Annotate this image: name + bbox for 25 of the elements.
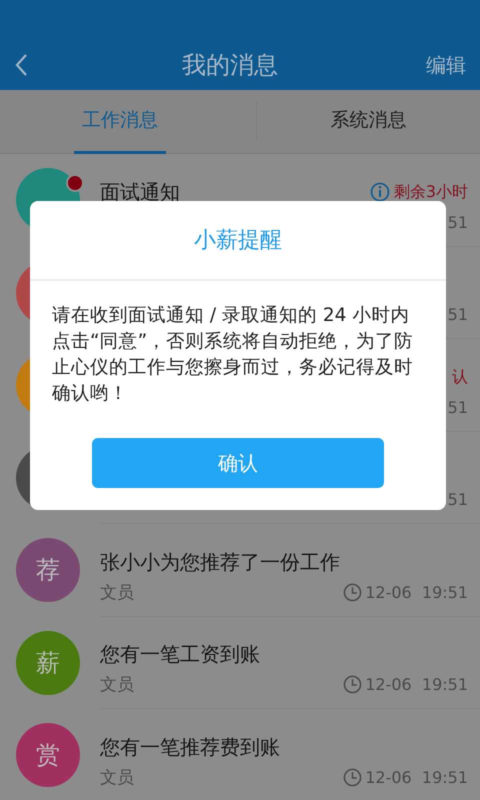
avatar: 赏 (16, 723, 80, 788)
edit-button[interactable]: 编辑 (426, 52, 466, 78)
page-title: 我的消息 (182, 50, 278, 81)
tab[interactable]: 系统消息 (256, 102, 480, 142)
message-title: 张小小为您推荐了一份工作 (100, 548, 340, 576)
tab[interactable]: 工作消息 (74, 90, 166, 154)
message-title: 您有一笔推荐费到账 (100, 734, 280, 760)
avatar: 荐 (16, 538, 80, 602)
dialog-title: 小薪提醒 (30, 201, 446, 281)
timestamp: 51 (448, 212, 468, 232)
confirm-button[interactable]: 确认 (92, 438, 384, 488)
timestamp: 12-06 19:51 (365, 768, 468, 786)
avatar: 薪 (16, 630, 80, 695)
deadline-text: 剩余3小时 (394, 182, 468, 202)
dialog-message: 请在收到面试通知 / 录取通知的 24 小时内点击“同意”，否则系统将自动拒绝，为了防止心仪的工作与您擦身而过，务必记得及时确认哟！ (52, 304, 414, 406)
deadline-text: 认 (452, 366, 468, 388)
job-title: 文员 (100, 766, 134, 788)
job-title: 文员 (100, 582, 134, 604)
message-title: 您有一笔工资到账 (100, 641, 260, 668)
timestamp: 51 (448, 490, 468, 509)
job-title: 文员 (100, 674, 134, 696)
timestamp: 51 (448, 398, 468, 416)
timestamp: 12-06 19:51 (365, 582, 468, 602)
timestamp: 51 (448, 305, 468, 324)
timestamp: 12-06 19:51 (365, 675, 468, 694)
